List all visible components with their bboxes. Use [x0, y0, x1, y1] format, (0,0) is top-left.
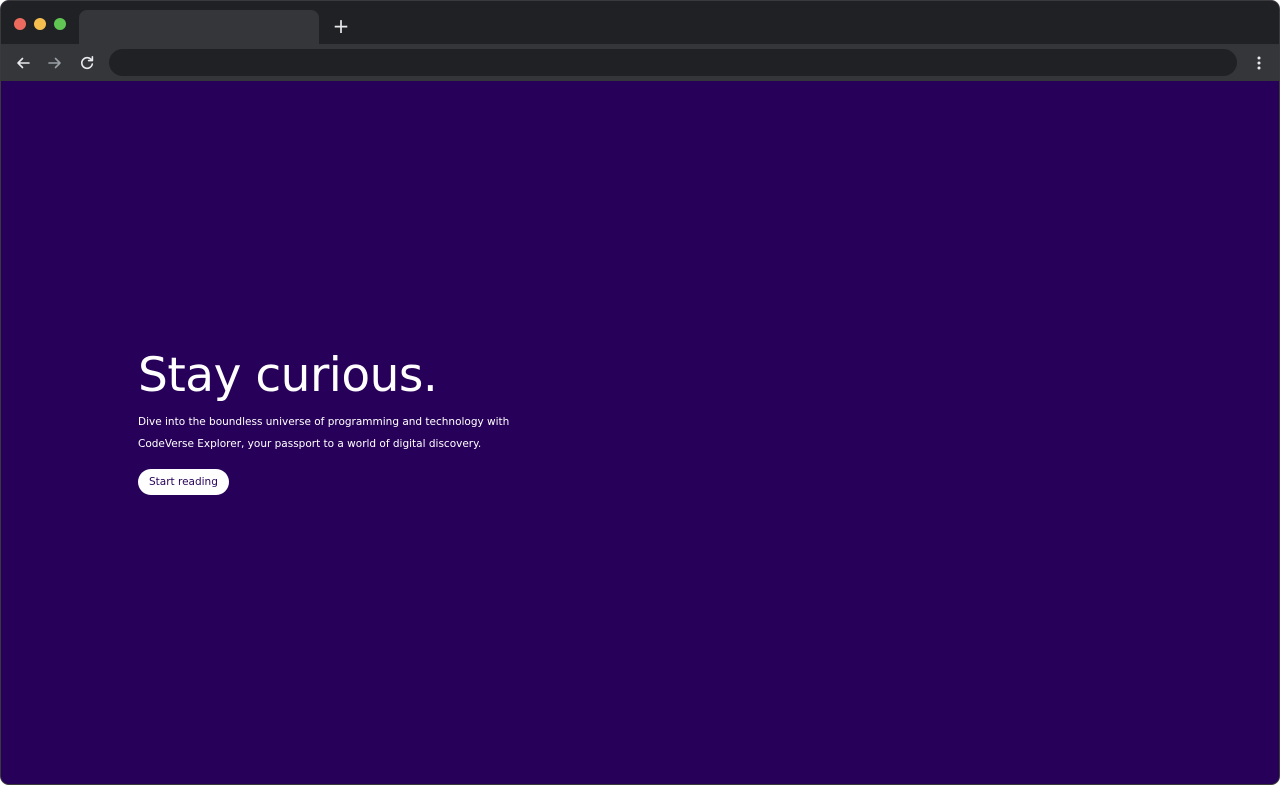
hero-title: Stay curious.	[138, 348, 438, 403]
reload-icon	[81, 56, 94, 70]
forward-button[interactable]	[44, 52, 66, 74]
back-button[interactable]	[12, 52, 34, 74]
address-bar[interactable]	[109, 49, 1237, 76]
browser-toolbar	[1, 44, 1279, 81]
kebab-menu-icon	[1257, 56, 1261, 70]
browser-window: + Stay curious. Dive into the boundless …	[1, 1, 1279, 784]
maximize-window-button[interactable]	[54, 18, 66, 30]
hero-description: Dive into the boundless universe of prog…	[138, 416, 510, 450]
tab-strip: +	[1, 1, 1279, 44]
hero-section: Stay curious. Dive into the boundless un…	[138, 346, 558, 495]
page-content: Stay curious. Dive into the boundless un…	[1, 81, 1279, 784]
start-reading-button[interactable]: Start reading	[138, 469, 229, 495]
new-tab-button[interactable]: +	[330, 15, 352, 37]
arrow-left-icon	[17, 57, 30, 69]
close-window-button[interactable]	[14, 18, 26, 30]
reload-button[interactable]	[76, 52, 98, 74]
arrow-right-icon	[48, 57, 61, 69]
minimize-window-button[interactable]	[34, 18, 46, 30]
active-tab[interactable]	[79, 10, 319, 44]
browser-menu-button[interactable]	[1249, 52, 1269, 74]
